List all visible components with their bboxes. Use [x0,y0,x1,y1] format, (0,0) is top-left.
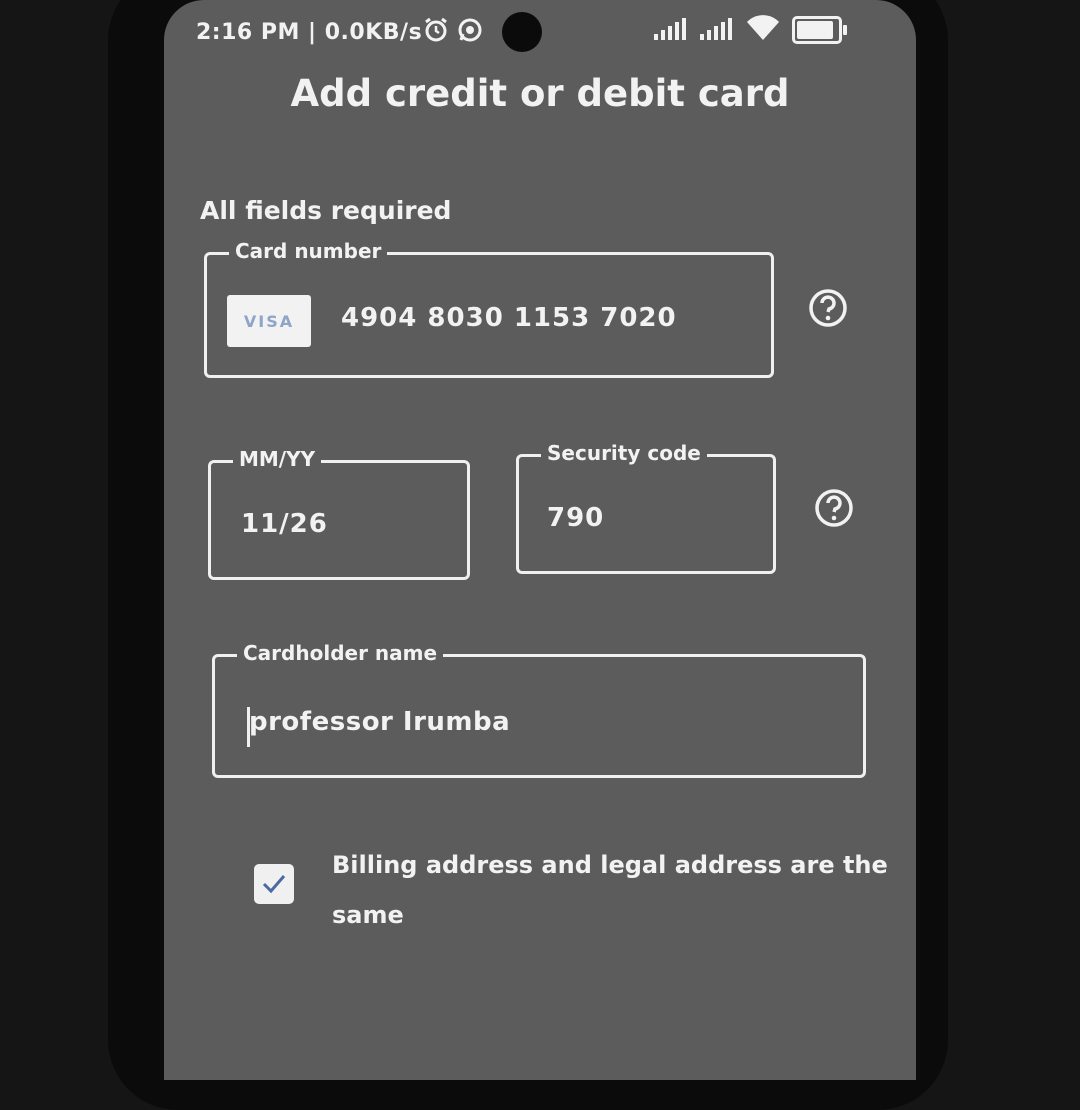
cardholder-name-label: Cardholder name [237,641,444,665]
billing-same-checkbox[interactable] [254,864,294,904]
signal-icon [700,18,732,40]
card-number-help-icon[interactable] [808,288,848,328]
battery-icon [792,16,847,44]
security-code-field[interactable]: Security code 790 [516,441,776,574]
status-bar: 2:16 PM | 0.0KB/s [164,0,916,60]
required-note: All fields required [200,196,452,225]
checkmark-icon [262,875,286,894]
security-code-label: Security code [541,441,707,465]
status-time-speed: 2:16 PM | 0.0KB/s [196,20,423,45]
alarm-icon [425,17,447,42]
card-number-label: Card number [229,239,388,263]
security-code-value: 790 [547,503,605,533]
security-code-help-icon[interactable] [814,488,854,528]
card-number-field[interactable]: Card number VISA 4904 8030 1153 7020 [204,239,774,378]
visa-logo: VISA [227,295,311,347]
front-camera [502,12,542,52]
expiry-field[interactable]: MM/YY 11/26 [208,447,470,580]
page-title: Add credit or debit card [290,72,790,115]
billing-same-label[interactable]: Billing address and legal address are th… [332,840,892,940]
phone-screen: 2:16 PM | 0.0KB/s Add credit or debit ca… [164,0,916,1080]
wifi-icon [747,15,779,40]
signal-icon [654,18,686,40]
whatsapp-icon [458,18,482,42]
cardholder-name-field[interactable]: Cardholder name professor Irumba [212,641,866,778]
card-number-value: 4904 8030 1153 7020 [341,303,677,333]
cardholder-name-value: professor Irumba [249,707,511,737]
expiry-label: MM/YY [233,447,322,471]
expiry-value: 11/26 [241,509,328,539]
